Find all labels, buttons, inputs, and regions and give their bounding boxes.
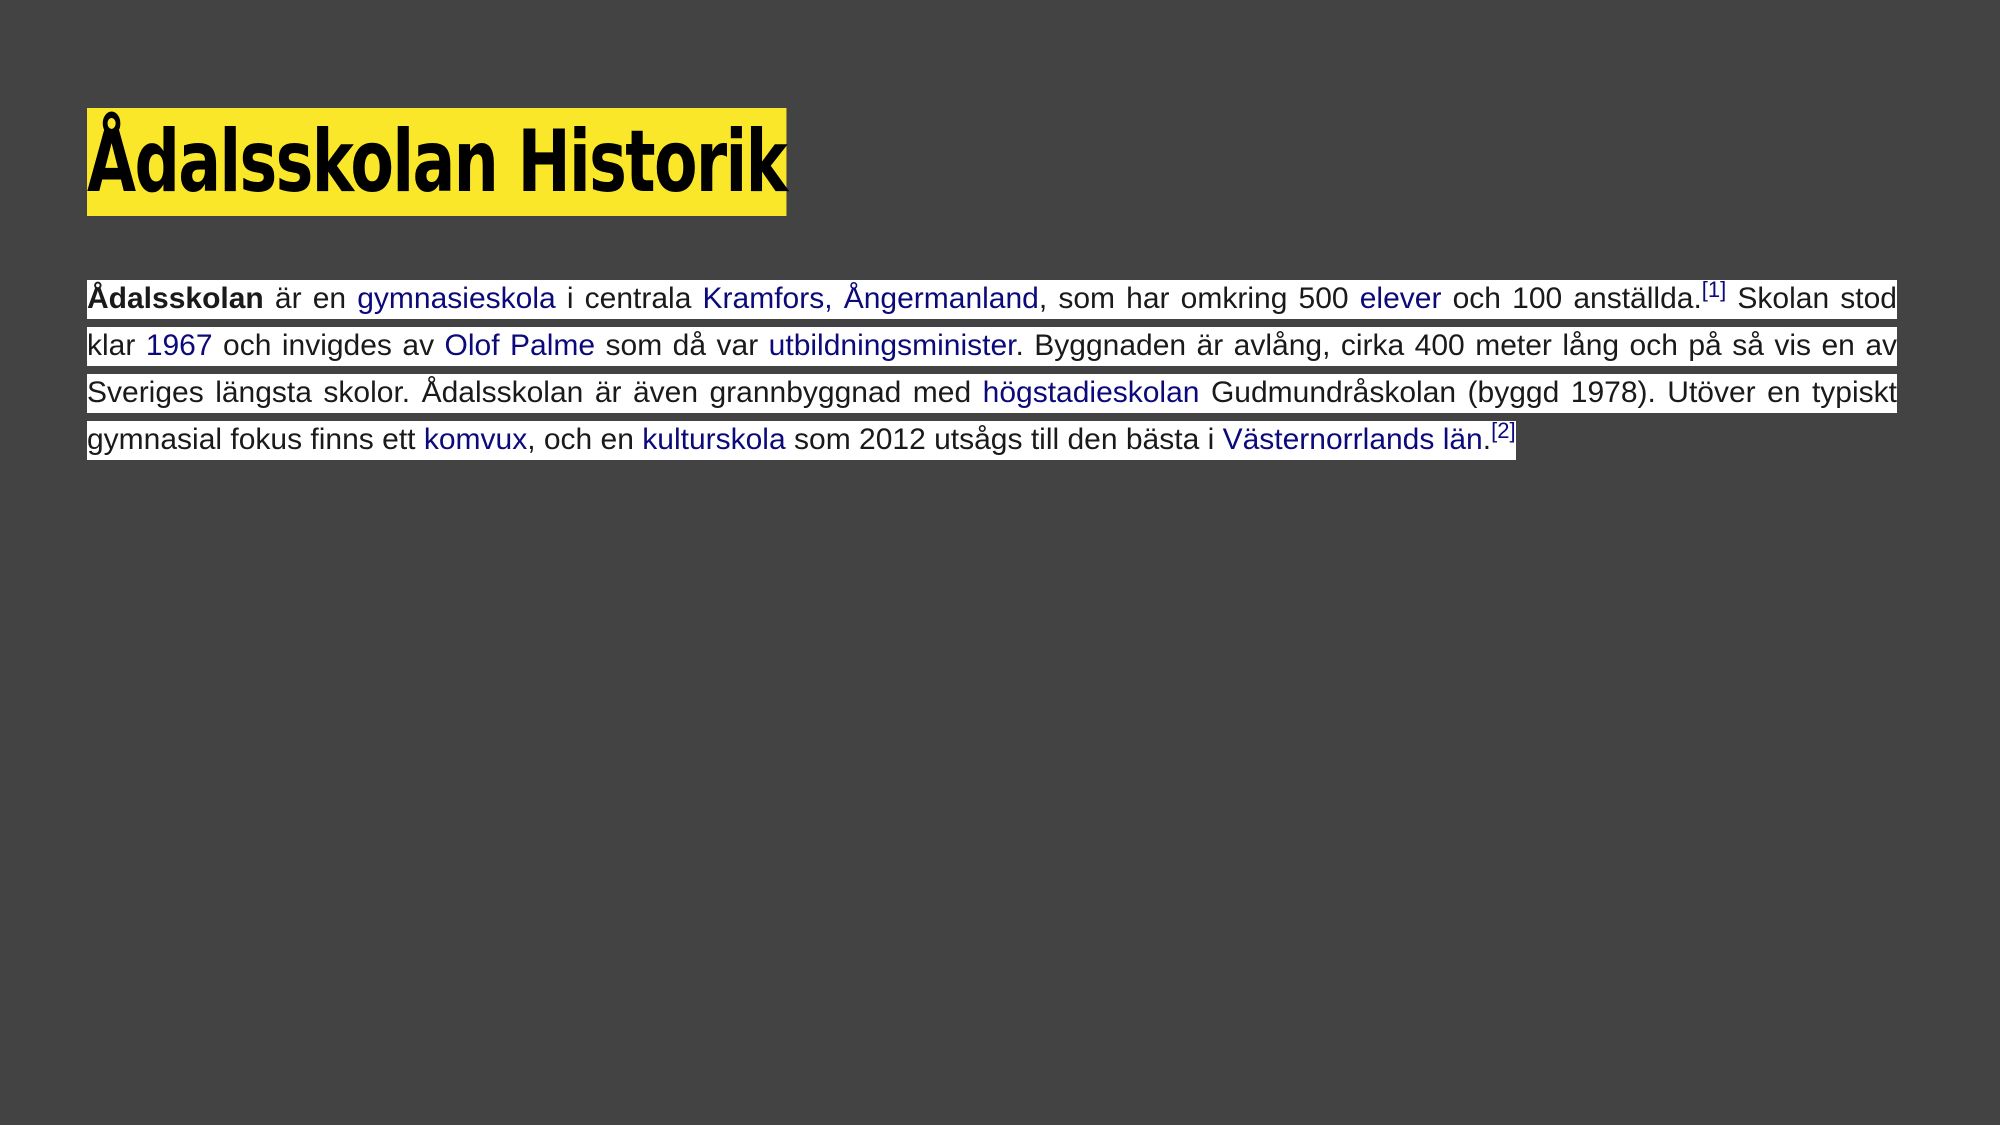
link-elever[interactable]: elever [1360,282,1442,315]
slide: Ådalsskolan Historik Ådalsskolan är en g… [0,0,2000,1125]
body-text: Ådalsskolan är en gymnasieskola i centra… [87,275,1898,463]
school-name: Ådalsskolan [87,282,264,315]
text-run: som 2012 utsågs till den bästa i [785,423,1223,456]
link-hogstadieskolan[interactable]: högstadieskolan [983,376,1200,409]
link-olof-palme[interactable]: Olof Palme [445,329,596,362]
link-gymnasieskola[interactable]: gymnasieskola [357,282,555,315]
text-run: , som har omkring 500 [1038,282,1360,315]
link-kulturskola[interactable]: kulturskola [642,423,785,456]
link-vasternorrlands-lan[interactable]: Västernorrlands län [1223,423,1483,456]
text-run: i centrala [555,282,703,315]
link-1967[interactable]: 1967 [146,329,213,362]
text-run: som då var [595,329,769,362]
link-kramfors[interactable]: Kramfors, Ångermanland [703,282,1039,315]
paragraph: Ådalsskolan är en gymnasieskola i centra… [87,275,1898,463]
link-komvux[interactable]: komvux [424,423,527,456]
reference-1[interactable]: [1] [1702,277,1726,302]
text-run: och invigdes av [212,329,445,362]
text-run: och 100 anställda. [1441,282,1702,315]
text-run: , och en [527,423,643,456]
text-run: . [1482,423,1492,456]
text-run: är en [263,282,358,315]
slide-title: Ådalsskolan Historik [87,108,788,216]
link-utbildningsminister[interactable]: utbildningsminister [769,329,1016,362]
reference-2[interactable]: [2] [1491,418,1515,443]
title-block: Ådalsskolan Historik [87,108,940,216]
